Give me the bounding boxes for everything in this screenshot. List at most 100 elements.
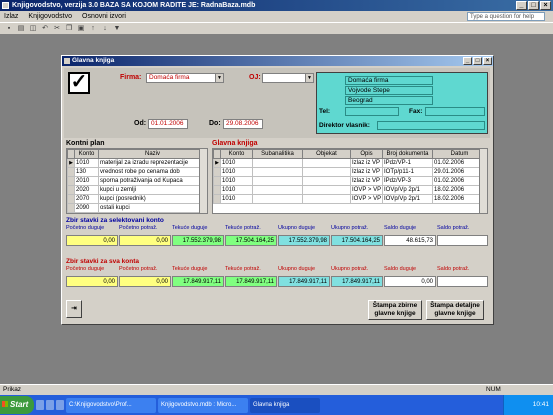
form-minimize-icon[interactable]: _	[463, 57, 472, 65]
fax-value	[425, 107, 485, 116]
table-row[interactable]: 2010 sporna potraživanja od Kupaca	[67, 176, 207, 186]
quicklaunch-ie-icon[interactable]	[36, 400, 44, 410]
od-date-input[interactable]: 01.01.2006	[148, 119, 188, 129]
sum-value: 17.552.379,98	[172, 235, 224, 246]
exit-button[interactable]: ⇥	[66, 300, 82, 318]
column-header[interactable]: Konto	[74, 149, 99, 159]
menu-item-knjigovodstvo[interactable]: Knjigovodstvo	[28, 13, 72, 20]
sum-header: Tekuće duguje	[172, 266, 208, 272]
vertical-scrollbar[interactable]	[199, 149, 207, 213]
filter-icon[interactable]: ▼	[112, 24, 122, 33]
print-summary-button[interactable]: Štampa zbirne glavne knjige	[368, 300, 422, 320]
column-header[interactable]: Naziv	[98, 149, 207, 159]
sum-header: Tekuće duguje	[172, 225, 208, 231]
form-window-controls: _ □ ×	[463, 57, 492, 65]
taskbar-item-access[interactable]: Knjigovodstvo.mdb : Micro...	[158, 397, 248, 413]
clock: 10:41	[532, 401, 549, 408]
close-icon[interactable]: ×	[540, 1, 551, 10]
column-header[interactable]: Konto	[220, 149, 253, 159]
table-row[interactable]: 130 vrednost robe po cenama dob	[67, 167, 207, 177]
minimize-icon[interactable]: _	[516, 1, 527, 10]
system-tray: 10:41	[503, 395, 553, 415]
print-detail-button[interactable]: Štampa detaljne glavne knjige	[426, 300, 484, 320]
num-lock-indicator: NUM	[486, 386, 501, 393]
sum-value: 17.849.917,11	[172, 276, 224, 287]
menu-item-osnovni-izvori[interactable]: Osnovni izvori	[82, 13, 126, 20]
sum-header: Saldo potraž.	[437, 225, 470, 231]
table-row[interactable]: ▶ 1010 materijal za izradu reprezentacije	[67, 158, 207, 168]
sum-value: 0,00	[66, 276, 118, 287]
firma-select[interactable]: Domaća firma ▼	[146, 73, 224, 83]
kontni-plan-grid[interactable]: Konto Naziv ▶ 1010 materijal za izradu rep…	[66, 148, 208, 214]
sum-header: Saldo duguje	[384, 225, 417, 231]
column-header[interactable]: Opis	[350, 149, 383, 159]
sum-value: 0,00	[119, 235, 171, 246]
cut-icon[interactable]: ✂	[52, 24, 62, 33]
sort-desc-icon[interactable]: ↓	[100, 24, 110, 33]
checkmark-icon[interactable]: ✓	[68, 72, 90, 94]
tel-label: Tel:	[319, 108, 331, 115]
oj-label: OJ:	[249, 74, 261, 81]
toolbar: ▪ ▤ ◫ ↶ ✂ ❐ ▣ ↑ ↓ ▼	[0, 22, 553, 35]
status-bar: Prikaz NUM	[0, 384, 553, 395]
copy-icon[interactable]: ❐	[64, 24, 74, 33]
help-search-input[interactable]: Type a question for help	[467, 12, 545, 21]
table-row[interactable]: ▶ 1010 Izlaz iz VP IPdz/VP-1 01.02.2006	[213, 158, 487, 168]
sort-asc-icon[interactable]: ↑	[88, 24, 98, 33]
row-selector-icon[interactable]: ▶	[213, 158, 221, 168]
chevron-down-icon[interactable]: ▼	[215, 74, 223, 82]
sum-header: Saldo duguje	[384, 266, 417, 272]
print-icon[interactable]: ▤	[16, 24, 26, 33]
column-header[interactable]: Objekat	[302, 149, 351, 159]
app-window-controls: _ □ ×	[516, 1, 551, 10]
app-title: Knjigovodstvo, verzija 3.0 BAZA SA KOJOM…	[12, 2, 256, 9]
do-date-input[interactable]: 29.08.2006	[223, 119, 263, 129]
table-row[interactable]: 1010 Izlaz iz VP IOTp/p11-1 29.01.2006	[213, 167, 487, 177]
save-icon[interactable]: ▪	[4, 24, 14, 33]
column-header[interactable]: Broj dokumenta	[382, 149, 433, 159]
maximize-icon[interactable]: □	[528, 1, 539, 10]
table-row[interactable]: 1010 Izlaz iz VP IPdz/VP-3 01.02.2006	[213, 176, 487, 186]
table-row[interactable]: 2070 kupci (posrednik)	[67, 194, 207, 204]
status-text: Prikaz	[3, 386, 22, 393]
paste-icon[interactable]: ▣	[76, 24, 86, 33]
table-row[interactable]: 2020 kupci u zemlji	[67, 185, 207, 195]
taskbar: Start C:\Knjigovodstvo\Prof... Knjigovod…	[0, 395, 553, 415]
kontni-plan-title: Kontni plan	[66, 140, 105, 147]
sum-value: 17.504.164,25	[331, 235, 383, 246]
sum-header: Tekuće potraž.	[225, 225, 261, 231]
glavna-knjiga-grid[interactable]: Konto Subanalitika Objekat Opis Broj dok…	[212, 148, 488, 214]
row-selector-icon[interactable]: ▶	[67, 158, 75, 168]
sum-value: 17.552.379,98	[278, 235, 330, 246]
company-info-panel: Domaća firma Vojvode Stepe Beograd Tel: …	[316, 72, 488, 134]
sum-header: Ukupno duguje	[278, 225, 316, 231]
form-close-icon[interactable]: ×	[483, 57, 492, 65]
quicklaunch-desktop-icon[interactable]	[46, 400, 54, 410]
sum-value: 17.849.917,11	[225, 276, 277, 287]
menu-item-izlaz[interactable]: Izlaz	[4, 13, 18, 20]
chevron-down-icon[interactable]: ▼	[305, 74, 313, 82]
firma-label: Firma:	[120, 74, 142, 81]
company-name: Domaća firma	[345, 76, 433, 85]
sum-value: 0,00	[119, 276, 171, 287]
table-row[interactable]: 2090 ostali kupci	[67, 203, 207, 213]
sum-header: Ukupno duguje	[278, 266, 316, 272]
form-body: ✓ Firma: Domaća firma ▼ OJ: ▼ Od: 01.01.…	[62, 66, 493, 324]
form-icon	[64, 58, 70, 64]
start-button[interactable]: Start	[0, 396, 34, 414]
table-row[interactable]: 1010 IOVP > VP IOVp/Vp 2p/1 18.02.2006	[213, 185, 487, 195]
preview-icon[interactable]: ◫	[28, 24, 38, 33]
tel-value	[345, 107, 399, 116]
form-maximize-icon[interactable]: □	[473, 57, 482, 65]
table-row[interactable]: 1010 IOVP > VP IOVp/Vp 2p/1 18.02.2006	[213, 194, 487, 204]
undo-icon[interactable]: ↶	[40, 24, 50, 33]
vertical-scrollbar[interactable]	[479, 149, 487, 213]
column-header[interactable]: Subanalitika	[252, 149, 303, 159]
header-area: ✓ Firma: Domaća firma ▼ OJ: ▼ Od: 01.01.…	[64, 68, 490, 138]
oj-select[interactable]: ▼	[262, 73, 314, 83]
sum-selected-title: Zbir stavki za selektovani konto	[66, 217, 164, 224]
taskbar-item-glavna-knjiga[interactable]: Glavna knjiga	[250, 397, 320, 413]
quicklaunch-media-icon[interactable]	[56, 400, 64, 410]
taskbar-item-explorer[interactable]: C:\Knjigovodstvo\Prof...	[66, 397, 156, 413]
sum-header: Saldo potraž.	[437, 266, 470, 272]
